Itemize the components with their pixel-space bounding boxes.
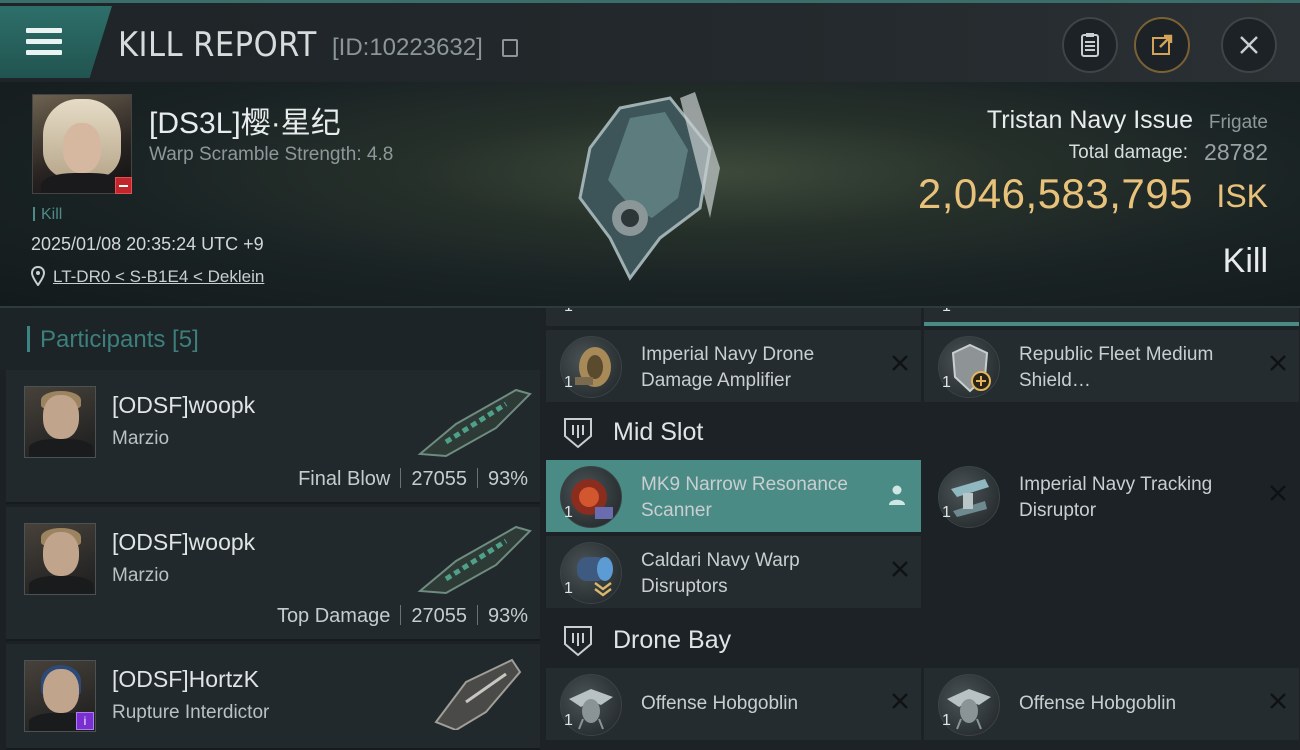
marzio-ship-icon: [417, 525, 532, 595]
victim-ship-class: Frigate: [1208, 112, 1268, 133]
close-button[interactable]: [1221, 17, 1277, 73]
fitting-slot[interactable]: 1: [546, 308, 921, 326]
participant-name: [ODSF]woopk: [112, 529, 256, 555]
location-pin-icon: [31, 266, 45, 286]
fitting-slot[interactable]: 1 MK9 Narrow Resonance Scanner: [546, 460, 921, 532]
share-button[interactable]: [1134, 17, 1190, 73]
kill-datetime: 2025/01/08 20:35:24 UTC +9: [31, 234, 264, 254]
module-name: Offense Hobgoblin: [1019, 693, 1177, 714]
victim-ship-name[interactable]: Tristan Navy Issue: [987, 106, 1193, 135]
participants-header: Participants [5]: [0, 308, 540, 370]
participant-name: [ODSF]HortzK: [112, 666, 259, 692]
participant-percent: 93%: [487, 468, 528, 490]
victim-ship-image[interactable]: [560, 88, 740, 288]
drone-bay-section-header: Drone Bay: [540, 612, 1300, 668]
isk-unit: ISK: [1216, 178, 1268, 214]
drone-bay-label: Drone Bay: [613, 626, 732, 654]
close-icon[interactable]: [1269, 692, 1287, 710]
top-bar: KILL REPORT [ID:10223632]: [0, 0, 1300, 82]
fitting-slot[interactable]: 1 Offense Hobgoblin: [546, 668, 921, 740]
clipboard-icon: [1081, 33, 1099, 57]
participant-damage: 27055: [411, 605, 467, 627]
clipboard-button[interactable]: [1062, 17, 1118, 73]
close-icon[interactable]: [1269, 484, 1287, 502]
module-name: Imperial Navy Tracking Disruptor: [1019, 474, 1213, 521]
fitting-panel: 1 1 1 Imperial Navy Drone Damage Amplifi…: [540, 308, 1300, 750]
module-name: Offense Hobgoblin: [641, 693, 799, 714]
warp-scramble-strength: Warp Scramble Strength: 4.8: [149, 144, 394, 165]
page-title: KILL REPORT: [118, 25, 317, 65]
kill-result: Kill: [1222, 242, 1268, 280]
participant-ship: Marzio: [112, 428, 170, 449]
participant-tag: Final Blow: [298, 468, 391, 490]
hamburger-icon: [26, 28, 62, 56]
mid-slot-icon: [564, 418, 592, 449]
participants-panel: Participants [5] [ODSF]woopk Marzio Fina…: [0, 308, 540, 750]
pilot-fitted-icon: [889, 485, 905, 505]
avatar[interactable]: [24, 523, 96, 595]
close-icon: [1240, 36, 1258, 54]
participant-stats: Top Damage 27055 93%: [277, 605, 528, 628]
participant-row[interactable]: [ODSF]woopk Marzio Final Blow 27055 93%: [6, 370, 540, 504]
participant-stats: Final Blow 27055 93%: [298, 468, 528, 491]
drone-bay-icon: [564, 626, 592, 657]
module-name: Caldari Navy Warp Disruptors: [641, 550, 800, 597]
fitting-slot[interactable]: 1 Imperial Navy Drone Damage Amplifier: [546, 330, 921, 402]
kill-location-link[interactable]: LT-DR0 < S-B1E4 < Deklein: [53, 267, 264, 287]
participant-damage: 27055: [411, 468, 467, 490]
mid-slot-section-header: Mid Slot: [540, 404, 1300, 460]
kill-tag: Kill: [33, 206, 62, 224]
participant-row[interactable]: [ODSF]woopk Marzio Top Damage 27055 93%: [6, 507, 540, 641]
victim-panel: [DS3L]樱·星纪 Warp Scramble Strength: 4.8 K…: [0, 82, 1300, 308]
close-icon[interactable]: [891, 692, 909, 710]
fitting-slot[interactable]: 1 Caldari Navy Warp Disruptors: [546, 536, 921, 608]
module-name: Imperial Navy Drone Damage Amplifier: [641, 344, 815, 391]
participant-tag: Top Damage: [276, 605, 391, 627]
participants-title: Participants [5]: [40, 326, 199, 353]
participant-percent: 93%: [487, 605, 528, 627]
rupture-ship-icon: [434, 658, 522, 730]
corp-badge-icon: i: [76, 712, 94, 730]
module-name: MK9 Narrow Resonance Scanner: [641, 474, 848, 521]
marzio-ship-icon: [417, 388, 532, 458]
hostile-badge-icon: [115, 177, 132, 194]
copy-icon[interactable]: [502, 39, 518, 57]
close-icon[interactable]: [1269, 354, 1287, 372]
total-damage-value: 28782: [1204, 139, 1268, 165]
participant-ship: Rupture Interdictor: [112, 702, 270, 723]
fitting-slot[interactable]: 1 Republic Fleet Medium Shield…: [924, 330, 1299, 402]
avatar[interactable]: [24, 386, 96, 458]
close-icon[interactable]: [891, 560, 909, 578]
victim-name[interactable]: [DS3L]樱·星纪: [149, 98, 341, 142]
menu-button[interactable]: [0, 6, 112, 78]
report-id: [ID:10223632]: [332, 34, 483, 61]
total-damage-label: Total damage:: [1068, 142, 1188, 163]
participant-row[interactable]: i [ODSF]HortzK Rupture Interdictor: [6, 644, 540, 750]
close-icon[interactable]: [891, 354, 909, 372]
fitting-slot[interactable]: 1 Offense Hobgoblin: [924, 668, 1299, 740]
fitting-slot[interactable]: 1 Imperial Navy Tracking Disruptor: [924, 460, 1299, 532]
fitting-slot[interactable]: 1: [924, 308, 1299, 326]
participant-ship: Marzio: [112, 565, 170, 586]
module-name: Republic Fleet Medium Shield…: [1019, 344, 1214, 391]
share-icon: [1152, 34, 1173, 55]
participant-name: [ODSF]woopk: [112, 392, 256, 418]
isk-value: 2,046,583,795: [917, 170, 1193, 217]
mid-slot-label: Mid Slot: [613, 418, 704, 446]
